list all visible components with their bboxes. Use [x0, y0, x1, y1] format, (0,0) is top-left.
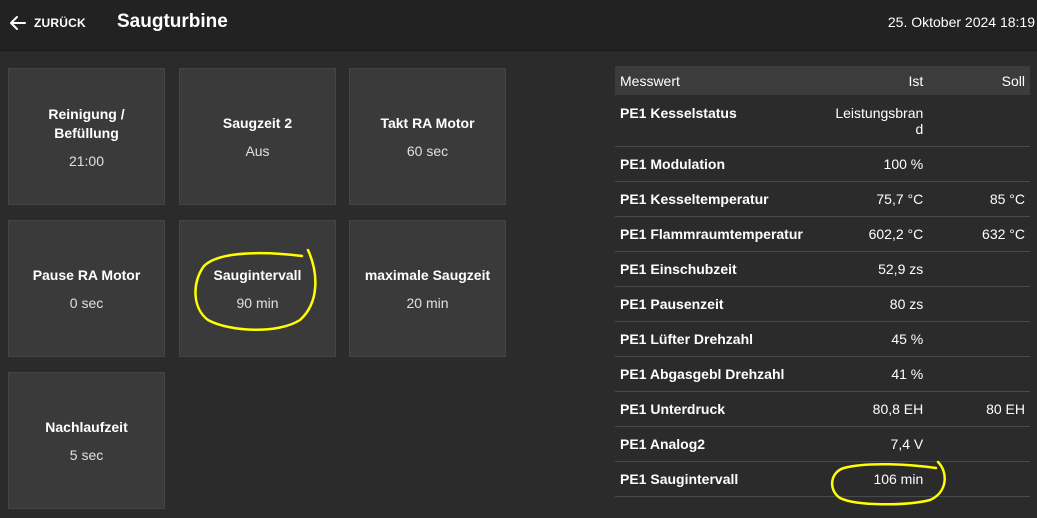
tile-label: maximale Saugzeit	[364, 267, 491, 283]
tile-value: 5 sec	[69, 447, 104, 463]
measurement-table: Messwert Ist Soll PE1 Kesselstatus Leist…	[615, 66, 1030, 497]
datetime-display: 25. Oktober 2024 18:19	[887, 14, 1035, 30]
tile-label: Pause RA Motor	[32, 267, 141, 283]
tile-maximale-saugzeit[interactable]: maximale Saugzeit 20 min	[349, 220, 506, 357]
row-ist: 80 zs	[889, 296, 924, 312]
back-button[interactable]: ZURÜCK	[8, 12, 86, 34]
tile-value: 0 sec	[69, 295, 104, 311]
row-name: PE1 Modulation	[620, 156, 725, 172]
tile-value: 60 sec	[406, 143, 449, 159]
row-name: PE1 Kesselstatus	[620, 105, 737, 121]
row-name: PE1 Flammraumtemperatur	[620, 226, 803, 242]
header-ist: Ist	[908, 72, 924, 89]
row-ist: 45 %	[891, 331, 924, 347]
table-row: PE1 Pausenzeit 80 zs	[615, 287, 1030, 322]
row-soll: 80 EH	[986, 401, 1025, 417]
tile-pause-ra-motor[interactable]: Pause RA Motor 0 sec	[8, 220, 165, 357]
row-ist: 100 %	[883, 156, 924, 172]
row-name: PE1 Lüfter Drehzahl	[620, 331, 754, 347]
tile-takt-ra-motor[interactable]: Takt RA Motor 60 sec	[349, 68, 506, 205]
row-ist: 52,9 zs	[878, 261, 924, 277]
table-row: PE1 Saugintervall 106 min	[615, 462, 1030, 497]
row-name: PE1 Einschubzeit	[620, 261, 737, 277]
table-row: PE1 Abgasgebl Drehzahl 41 %	[615, 357, 1030, 392]
row-name: PE1 Kesseltemperatur	[620, 191, 769, 207]
table-row: PE1 Modulation 100 %	[615, 147, 1030, 182]
row-name: PE1 Pausenzeit	[620, 296, 724, 312]
row-ist: 7,4 V	[890, 436, 924, 452]
tile-label: Saugintervall	[213, 267, 302, 283]
table-row: PE1 Lüfter Drehzahl 45 %	[615, 322, 1030, 357]
table-header: Messwert Ist Soll	[615, 66, 1030, 95]
tile-value: 20 min	[406, 295, 449, 311]
row-soll: 85 °C	[989, 191, 1025, 207]
tile-value: Aus	[245, 143, 270, 159]
page-title: Saugturbine	[117, 11, 228, 32]
row-ist: 80,8 EH	[872, 401, 924, 417]
tile-value: 90 min	[236, 295, 279, 311]
header-messwert: Messwert	[620, 72, 680, 89]
tile-label: Takt RA Motor	[380, 115, 475, 131]
tile-value: 21:00	[68, 152, 105, 169]
row-ist: 106 min	[873, 471, 924, 487]
row-ist: Leistungsbrand	[835, 105, 924, 137]
table-row: PE1 Einschubzeit 52,9 zs	[615, 252, 1030, 287]
back-label: ZURÜCK	[34, 16, 86, 30]
header-soll: Soll	[1001, 72, 1025, 89]
table-row: PE1 Unterdruck 80,8 EH 80 EH	[615, 392, 1030, 427]
tile-saugintervall[interactable]: Saugintervall 90 min	[179, 220, 336, 357]
table-row: PE1 Analog2 7,4 V	[615, 427, 1030, 462]
row-soll: 632 °C	[982, 226, 1025, 242]
table-row: PE1 Flammraumtemperatur 602,2 °C 632 °C	[615, 217, 1030, 252]
tile-reinigung-befuellung[interactable]: Reinigung / Befüllung 21:00	[8, 68, 165, 205]
tile-nachlaufzeit[interactable]: Nachlaufzeit 5 sec	[8, 372, 165, 509]
row-name: PE1 Saugintervall	[620, 471, 739, 487]
row-name: PE1 Analog2	[620, 436, 706, 452]
row-ist: 41 %	[891, 366, 924, 382]
tile-label: Saugzeit 2	[222, 115, 293, 131]
row-name: PE1 Abgasgebl Drehzahl	[620, 366, 785, 382]
row-ist: 602,2 °C	[868, 226, 924, 242]
tile-label: Nachlaufzeit	[45, 419, 128, 435]
table-row: PE1 Kesselstatus Leistungsbrand	[615, 95, 1030, 147]
top-bar: ZURÜCK Saugturbine 25. Oktober 2024 18:1…	[0, 0, 1037, 51]
tile-label: Reinigung / Befüllung	[48, 105, 125, 141]
tile-saugzeit-2[interactable]: Saugzeit 2 Aus	[179, 68, 336, 205]
arrow-left-icon	[10, 16, 26, 30]
table-row: PE1 Kesseltemperatur 75,7 °C 85 °C	[615, 182, 1030, 217]
row-name: PE1 Unterdruck	[620, 401, 726, 417]
row-ist: 75,7 °C	[876, 191, 924, 207]
